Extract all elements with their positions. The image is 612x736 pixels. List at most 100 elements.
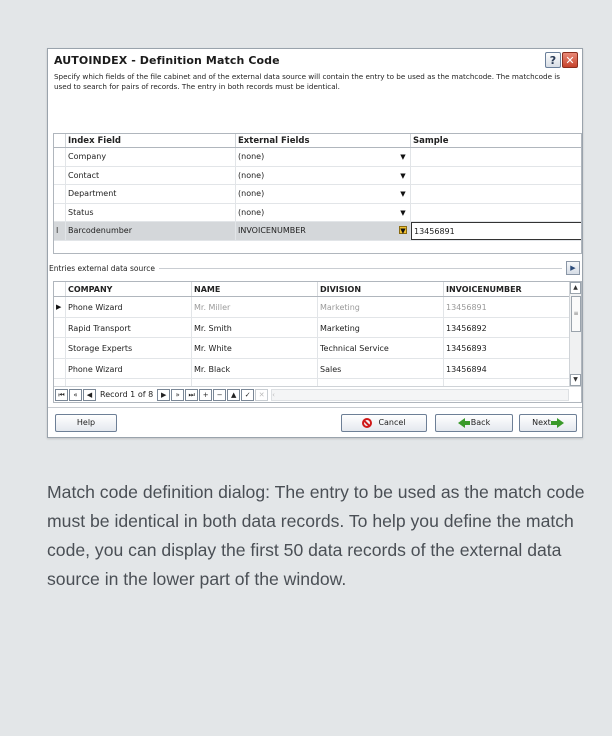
match-row-department[interactable]: Department (none) ▼ [54, 185, 581, 204]
match-row-contact[interactable]: Contact (none) ▼ [54, 166, 581, 186]
current-row-arrow-icon: ▶ [54, 297, 66, 317]
close-icon[interactable]: ✕ [562, 52, 578, 68]
company-cell: Storage Experts [66, 338, 192, 358]
post-edit-icon[interactable]: ✓ [241, 388, 255, 401]
entries-external-data-source: Entries external data source ▶ [48, 261, 584, 275]
division-column-header[interactable]: DIVISION [318, 282, 444, 296]
dropdown-arrow-icon[interactable]: ▼ [399, 209, 407, 217]
row-indicator [54, 338, 66, 358]
scroll-thumb[interactable]: ≡ [571, 296, 581, 332]
external-fields-header: External Fields [236, 134, 411, 147]
division-cell: Marketing [318, 297, 444, 317]
invoicenumber-column-header[interactable]: INVOICENUMBER [444, 282, 581, 296]
external-field-value: (none) [238, 189, 265, 199]
back-arrow-icon [457, 417, 470, 428]
external-field-select[interactable]: INVOICENUMBER ▼ [236, 222, 411, 240]
company-column-header[interactable]: COMPANY [66, 282, 192, 296]
edit-record-icon[interactable]: ▲ [227, 388, 241, 401]
invoicenumber-cell: 13456891 [446, 303, 487, 312]
prev-record-icon[interactable]: ◀ [83, 388, 96, 401]
table-row[interactable]: Rapid Transport Mr. Smith Marketing 1345… [54, 317, 581, 338]
record-position: Record 1 of 8 [100, 390, 154, 399]
dialog-title: AUTOINDEX - Definition Match Code [54, 53, 280, 67]
help-button-label: Help [76, 418, 96, 427]
sample-cell[interactable]: 13456891 [411, 222, 581, 240]
dropdown-arrow-icon[interactable]: ▼ [399, 172, 407, 180]
external-field-select[interactable]: (none) ▼ [236, 148, 411, 166]
match-row-barcodenumber[interactable]: I Barcodenumber INVOICENUMBER ▼ 13456891 [54, 222, 581, 241]
edit-cursor-indicator: I [54, 222, 66, 240]
index-field-cell: Barcodenumber [66, 222, 236, 240]
record-navigator: ⏮ « ◀ Record 1 of 8 ▶ » ⏭ + − ▲ ✓ ✕ ‹ [54, 386, 581, 402]
entries-label: Entries external data source [49, 263, 155, 273]
index-field-cell: Department [66, 185, 236, 203]
sample-cell [411, 204, 581, 222]
table-row[interactable]: Storage Experts Mr. White Technical Serv… [54, 338, 581, 359]
dropdown-arrow-icon[interactable]: ▼ [399, 190, 407, 198]
vertical-scrollbar[interactable]: ▲ ≡ ▼ [569, 282, 581, 386]
external-field-select[interactable]: (none) ▼ [236, 185, 411, 203]
external-field-select[interactable]: (none) ▼ [236, 166, 411, 185]
sample-cell [411, 148, 581, 166]
next-page-icon[interactable]: » [171, 388, 185, 401]
index-field-header: Index Field [66, 134, 236, 147]
cancel-edit-icon[interactable]: ✕ [255, 388, 269, 401]
dropdown-arrow-icon[interactable]: ▼ [399, 226, 407, 235]
external-field-value: INVOICENUMBER [238, 226, 306, 236]
row-indicator [54, 203, 66, 222]
row-indicator [54, 148, 66, 166]
external-field-select[interactable]: (none) ▼ [236, 203, 411, 222]
row-indicator-header [54, 134, 66, 147]
row-indicator [54, 166, 66, 185]
insert-record-icon[interactable]: + [199, 388, 213, 401]
back-button-label: Back [470, 418, 491, 427]
next-button[interactable]: Next [519, 413, 577, 432]
figure-caption: Match code definition dialog: The entry … [47, 482, 585, 589]
title-bar: AUTOINDEX - Definition Match Code ? ✕ [48, 49, 582, 71]
table-row[interactable]: ▶ Phone Wizard Mr. Miller Marketing 1345… [54, 297, 581, 318]
invoicenumber-cell: 13456894 [446, 364, 487, 374]
divider [158, 267, 562, 269]
delete-record-icon[interactable]: − [213, 388, 227, 401]
index-field-cell: Status [66, 203, 236, 222]
definition-match-code-dialog: AUTOINDEX - Definition Match Code ? ✕ Sp… [47, 48, 583, 438]
invoicenumber-cell: 13456893 [446, 344, 487, 353]
last-record-icon[interactable]: ⏭ [185, 388, 199, 401]
dropdown-arrow-icon[interactable]: ▼ [399, 153, 407, 161]
prev-page-icon[interactable]: « [69, 388, 82, 401]
index-field-cell: Company [66, 148, 236, 166]
table-row[interactable]: Phone Wizard Mr. Black Sales 13456894 [54, 358, 581, 379]
name-column-header[interactable]: NAME [192, 282, 318, 296]
row-indicator-header [54, 282, 66, 296]
cancel-button[interactable]: Cancel [341, 413, 427, 432]
scroll-down-icon[interactable]: ▼ [570, 374, 581, 386]
dialog-footer: Help Cancel Back Next [48, 407, 582, 437]
match-field-grid: Index Field External Fields Sample Compa… [53, 133, 582, 254]
name-cell: Mr. White [192, 338, 318, 358]
horizontal-scrollbar[interactable]: ‹ [271, 388, 569, 401]
name-cell: Mr. Miller [192, 297, 318, 317]
help-title-icon[interactable]: ? [545, 52, 561, 68]
match-row-status[interactable]: Status (none) ▼ [54, 203, 581, 223]
first-record-icon[interactable]: ⏮ [55, 388, 68, 401]
external-field-value: (none) [238, 207, 265, 217]
name-cell: Mr. Smith [192, 317, 318, 337]
match-row-company[interactable]: Company (none) ▼ [54, 148, 581, 167]
company-cell: Phone Wizard [66, 297, 192, 317]
division-cell: Technical Service [318, 338, 444, 358]
dialog-description: Specify which fields of the file cabinet… [54, 72, 561, 91]
sample-cell [411, 185, 581, 203]
invoicenumber-cell: 13456892 [446, 323, 487, 333]
cancel-button-label: Cancel [378, 418, 406, 427]
expand-arrow-icon[interactable]: ▶ [566, 261, 580, 275]
scroll-up-icon[interactable]: ▲ [570, 282, 581, 294]
row-indicator [54, 185, 66, 203]
next-arrow-icon [550, 417, 564, 428]
next-record-icon[interactable]: ▶ [157, 388, 171, 401]
division-cell: Marketing [318, 317, 444, 337]
help-button[interactable]: Help [55, 413, 117, 432]
match-grid-header: Index Field External Fields Sample [54, 134, 581, 148]
row-indicator [54, 317, 66, 337]
back-button[interactable]: Back [435, 413, 513, 432]
external-field-value: (none) [238, 152, 265, 161]
